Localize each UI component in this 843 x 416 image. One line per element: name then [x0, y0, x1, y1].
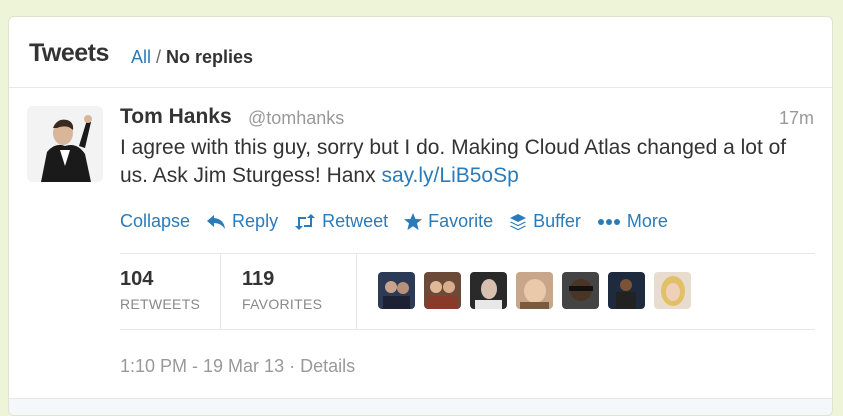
favorites-label: FAVORITES	[242, 296, 323, 312]
retweets-count: 104	[120, 268, 154, 290]
collapse-label: Collapse	[120, 211, 191, 231]
meta-separator: ·	[284, 356, 301, 376]
tweet-time[interactable]: 17m	[779, 108, 814, 129]
favoriter-avatar[interactable]	[470, 272, 507, 309]
reply-icon	[207, 214, 226, 229]
stats-divider	[356, 254, 357, 329]
collapse-button[interactable]: Collapse	[120, 211, 190, 232]
favoriters-list	[378, 272, 700, 309]
more-icon	[597, 218, 620, 225]
favoriter-avatar[interactable]	[378, 272, 415, 309]
tweet-stats: 104 RETWEETS 119 FAVORITES	[120, 253, 815, 330]
tweet-actions: Collapse Reply Retweet Favorite Buffer M…	[120, 211, 684, 232]
buffer-icon	[510, 213, 527, 230]
favoriter-avatar[interactable]	[562, 272, 599, 309]
favorites-count: 119	[242, 268, 275, 290]
star-icon	[404, 213, 423, 230]
more-label: More	[626, 211, 668, 231]
reply-label: Reply	[232, 211, 279, 231]
filter-all-link[interactable]: All	[131, 47, 151, 67]
tweet-filter: All / No replies	[131, 47, 253, 68]
favorites-stat[interactable]: 119 FAVORITES	[242, 268, 322, 312]
reply-button[interactable]: Reply	[206, 211, 278, 232]
filter-no-replies: No replies	[166, 47, 254, 67]
timeline-card: Tweets All / No replies Tom Hanks @tomha…	[8, 16, 833, 416]
author-handle[interactable]: @tomhanks	[248, 108, 344, 129]
retweet-label: Retweet	[322, 211, 389, 231]
page-title: Tweets	[29, 39, 109, 67]
favoriter-avatar[interactable]	[424, 272, 461, 309]
retweet-button[interactable]: Retweet	[294, 211, 388, 232]
more-button[interactable]: More	[597, 211, 668, 232]
filter-separator: /	[151, 47, 167, 67]
retweet-icon	[295, 213, 316, 230]
retweets-stat[interactable]: 104 RETWEETS	[120, 268, 200, 312]
favoriter-avatar[interactable]	[516, 272, 553, 309]
author-name[interactable]: Tom Hanks	[120, 105, 232, 129]
favoriter-avatar[interactable]	[608, 272, 645, 309]
buffer-button[interactable]: Buffer	[509, 211, 581, 232]
buffer-label: Buffer	[533, 211, 581, 231]
tweet-timestamp: 1:10 PM - 19 Mar 13	[120, 356, 285, 376]
favorite-button[interactable]: Favorite	[404, 211, 493, 232]
timeline-header: Tweets All / No replies	[9, 17, 832, 88]
tweet-text: I agree with this guy, sorry but I do. M…	[120, 134, 815, 190]
stats-divider	[220, 254, 221, 329]
details-link[interactable]: Details	[300, 356, 355, 376]
avatar[interactable]	[27, 106, 103, 182]
retweets-label: RETWEETS	[120, 296, 201, 312]
next-tweet-row	[9, 398, 832, 415]
tweet[interactable]: Tom Hanks @tomhanks 17m I agree with thi…	[9, 88, 832, 398]
tweet-meta: 1:10 PM - 19 Mar 13 · Details	[120, 356, 355, 377]
tweet-link[interactable]: say.ly/LiB5oSp	[381, 164, 518, 187]
favoriter-avatar[interactable]	[654, 272, 691, 309]
favorite-label: Favorite	[428, 211, 494, 231]
